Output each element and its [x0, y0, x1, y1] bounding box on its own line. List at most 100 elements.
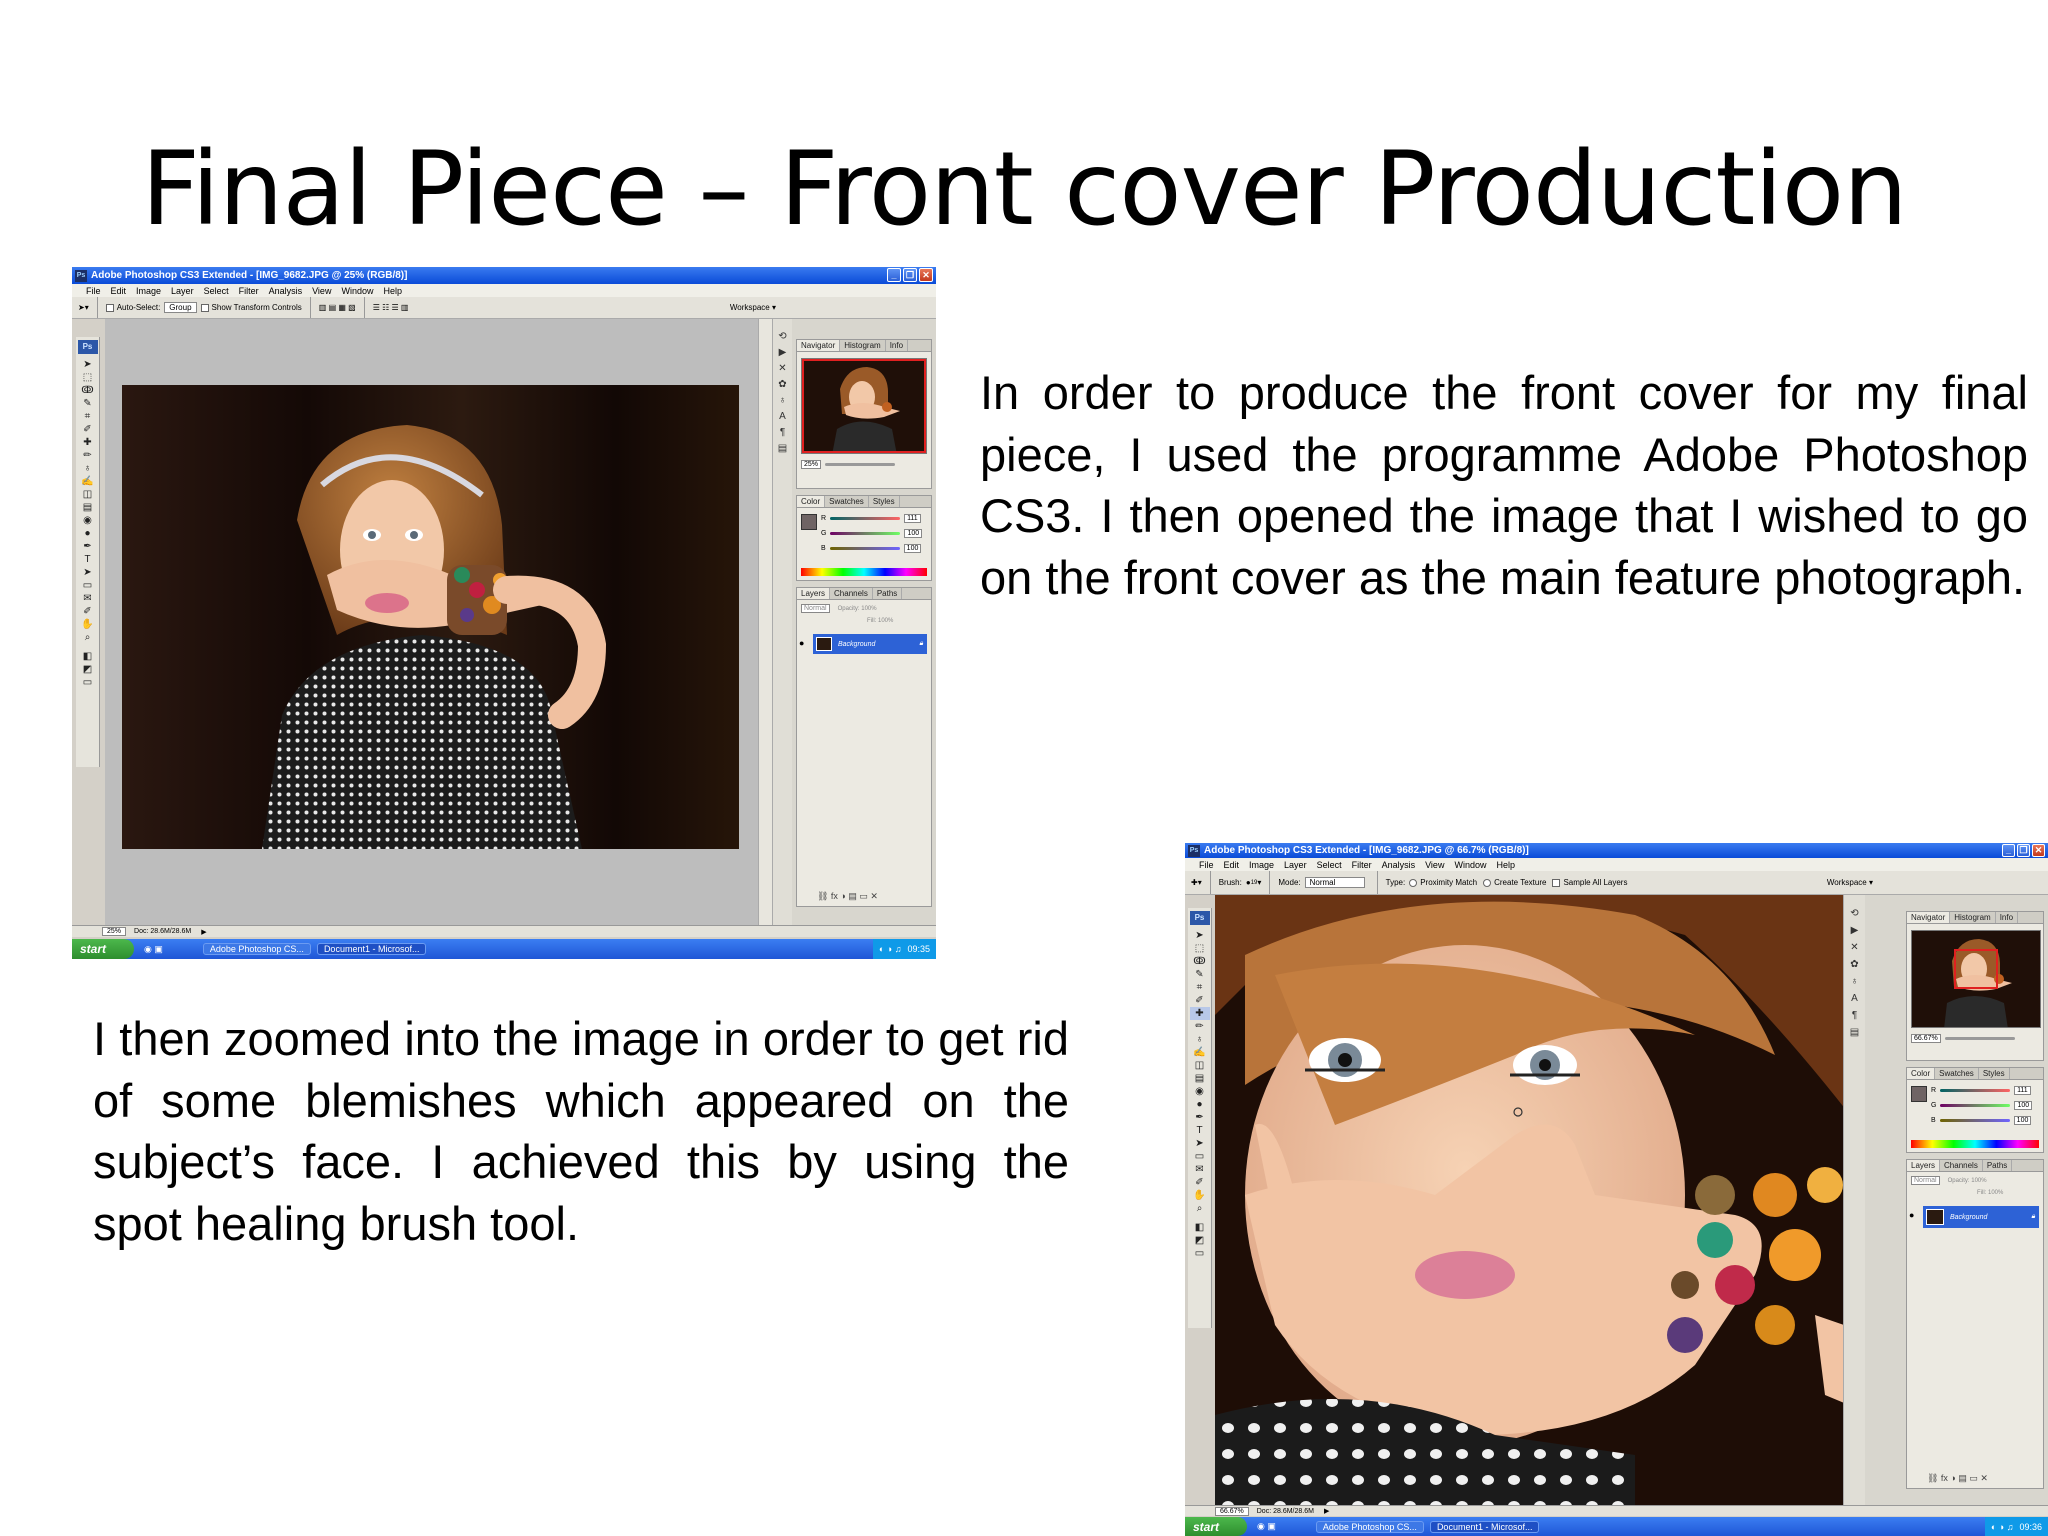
menu-filter[interactable]: Filter — [239, 286, 259, 296]
quick-select-icon[interactable]: ✎ — [78, 397, 98, 410]
notes-icon[interactable]: ✉ — [1190, 1163, 1210, 1176]
clone-source-icon[interactable]: ♁ — [1851, 973, 1859, 990]
dodge-icon[interactable]: ● — [1190, 1098, 1210, 1111]
restore-icon[interactable]: ❐ — [903, 268, 917, 282]
vertical-scrollbar[interactable] — [758, 319, 772, 931]
tool-presets-icon[interactable]: ✕ — [1850, 939, 1858, 956]
character-panel-icon[interactable]: A — [779, 409, 786, 425]
sample-all-layers-checkbox[interactable] — [1552, 878, 1561, 887]
screen-mode-icon[interactable]: ▭ — [78, 676, 98, 689]
eyedropper-icon[interactable]: ✐ — [1190, 994, 1210, 1007]
menu-layer[interactable]: Layer — [1284, 860, 1307, 870]
shape-icon[interactable]: ▭ — [78, 579, 98, 592]
pen-icon[interactable]: ✒ — [78, 540, 98, 553]
actions-panel-icon[interactable]: ▶ — [779, 345, 787, 361]
eraser-icon[interactable]: ◫ — [78, 488, 98, 501]
tab-info[interactable]: Info — [886, 340, 909, 351]
align-icons[interactable]: ▥ ▤ ▦ ▧ — [319, 303, 356, 312]
tab-info[interactable]: Info — [1996, 912, 2019, 923]
path-select-icon[interactable]: ➤ — [78, 566, 98, 579]
color-spectrum[interactable] — [1911, 1140, 2039, 1148]
clone-source-icon[interactable]: ♁ — [779, 393, 787, 409]
color-b-value[interactable]: 100 — [903, 544, 922, 553]
canvas-area[interactable] — [105, 319, 828, 931]
foreground-swatch[interactable] — [801, 514, 817, 530]
history-brush-icon[interactable]: ✍ — [1190, 1046, 1210, 1059]
zoom-icon[interactable]: ⌕ — [1190, 1202, 1210, 1215]
navigator-zoom-slider[interactable] — [825, 463, 896, 466]
minimize-icon[interactable]: _ — [2002, 844, 2015, 857]
tab-styles[interactable]: Styles — [1979, 1068, 2010, 1079]
restore-icon[interactable]: ❐ — [2017, 844, 2030, 857]
paragraph-panel-icon[interactable]: ¶ — [1852, 1007, 1857, 1024]
layer-row-background[interactable]: Background 🔒︎ — [813, 634, 927, 654]
quick-mask-icon[interactable]: ◩ — [78, 663, 98, 676]
workspace-menu[interactable]: Workspace ▾ — [730, 303, 776, 312]
tab-paths[interactable]: Paths — [873, 588, 903, 599]
workspace-menu[interactable]: Workspace ▾ — [1827, 878, 1873, 887]
gradient-icon[interactable]: ▤ — [1190, 1072, 1210, 1085]
color-swatches-icon[interactable]: ◧ — [78, 650, 98, 663]
canvas-area[interactable] — [1215, 895, 1873, 1510]
brushes-panel-icon[interactable]: ✿ — [778, 377, 786, 393]
hand-icon[interactable]: ✋ — [1190, 1189, 1210, 1202]
navigator-zoom-field[interactable]: 66.67% — [1911, 1034, 1941, 1043]
status-arrow-icon[interactable]: ▶ — [1324, 1507, 1329, 1515]
paragraph-panel-icon[interactable]: ¶ — [780, 425, 785, 441]
actions-panel-icon[interactable]: ▶ — [1851, 922, 1859, 939]
brush-dropdown-icon[interactable]: ▾ — [1257, 878, 1261, 887]
menu-analysis[interactable]: Analysis — [1382, 860, 1416, 870]
tab-navigator[interactable]: Navigator — [1907, 912, 1951, 923]
taskbar-photoshop[interactable]: Adobe Photoshop CS... — [202, 943, 311, 955]
mode-dropdown[interactable]: Normal — [1304, 877, 1365, 888]
character-panel-icon[interactable]: A — [1851, 990, 1858, 1007]
menu-select[interactable]: Select — [1317, 860, 1342, 870]
quick-launch-icons[interactable]: ◉ ▣ — [144, 944, 163, 955]
opacity-field[interactable]: Opacity: 100% — [1948, 1178, 1987, 1184]
tool-presets-icon[interactable]: ✕ — [778, 361, 786, 377]
zoom-icon[interactable]: ⌕ — [78, 631, 98, 644]
lasso-icon[interactable]: ↂ — [78, 384, 98, 397]
healing-brush-icon[interactable]: ✚ — [1189, 1007, 1210, 1020]
history-panel-icon[interactable]: ⟲ — [1850, 905, 1858, 922]
lasso-icon[interactable]: ↂ — [1190, 955, 1210, 968]
color-swatches-icon[interactable]: ◧ — [1190, 1221, 1210, 1234]
fill-field[interactable]: Fill: 100% — [1977, 1190, 2003, 1196]
healing-brush-icon[interactable]: ✚ — [78, 436, 98, 449]
tab-color[interactable]: Color — [1907, 1068, 1936, 1079]
proximity-match-radio[interactable] — [1409, 878, 1418, 887]
path-select-icon[interactable]: ➤ — [1190, 1137, 1210, 1150]
move-icon[interactable]: ➤ — [1190, 929, 1210, 942]
tab-paths[interactable]: Paths — [1983, 1160, 2013, 1171]
tab-color[interactable]: Color — [797, 496, 826, 507]
visibility-eye-icon[interactable]: ● — [1909, 1210, 1914, 1220]
distribute-icons[interactable]: ☰ ☷ ☰ ▥ — [373, 303, 409, 312]
transform-controls-checkbox[interactable] — [200, 303, 209, 312]
brush-icon[interactable]: ✏ — [78, 449, 98, 462]
color-b-value[interactable]: 100 — [2013, 1116, 2032, 1125]
menu-view[interactable]: View — [1425, 860, 1444, 870]
menu-view[interactable]: View — [312, 286, 331, 296]
close-icon[interactable]: ✕ — [919, 268, 933, 282]
photo-canvas[interactable] — [122, 385, 739, 849]
layer-comps-icon[interactable]: ▤ — [1850, 1024, 1859, 1041]
tab-channels[interactable]: Channels — [1940, 1160, 1983, 1171]
brushes-panel-icon[interactable]: ✿ — [1850, 956, 1858, 973]
layer-row-background[interactable]: Background 🔒︎ — [1923, 1206, 2039, 1228]
menu-image[interactable]: Image — [1249, 860, 1274, 870]
tray-icons[interactable]: ◐ ◑ ♫ — [1991, 1522, 2014, 1532]
move-tool-icon[interactable]: ➤▾ — [78, 303, 89, 312]
clone-stamp-icon[interactable]: ♁ — [1190, 1033, 1210, 1046]
clone-stamp-icon[interactable]: ♁ — [78, 462, 98, 475]
blend-mode-dropdown[interactable]: Normal — [1911, 1176, 1940, 1185]
tab-layers[interactable]: Layers — [797, 588, 831, 599]
menu-image[interactable]: Image — [136, 286, 161, 296]
move-icon[interactable]: ➤ — [78, 358, 98, 371]
navigator-view-box[interactable] — [802, 359, 926, 453]
color-r-value[interactable]: 111 — [2014, 1086, 2031, 1095]
crop-icon[interactable]: ⌗ — [1190, 981, 1210, 994]
type-icon[interactable]: T — [78, 553, 98, 566]
menu-analysis[interactable]: Analysis — [269, 286, 303, 296]
taskbar-document1[interactable]: Document1 - Microsof... — [316, 943, 427, 955]
zoom-field[interactable]: 25% — [102, 927, 127, 936]
